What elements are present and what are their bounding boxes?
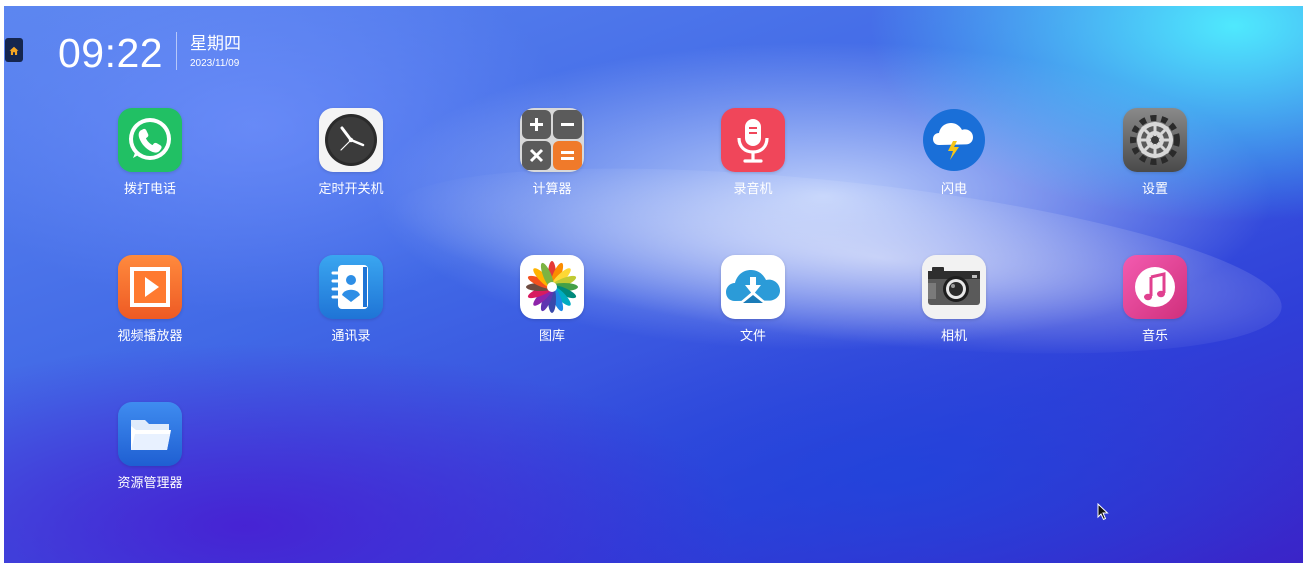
header-divider (176, 32, 177, 70)
app-lightning[interactable]: 闪电 (899, 108, 1009, 208)
weekday-label: 星期四 (190, 34, 241, 54)
lightning-cloud-icon (922, 108, 986, 172)
cloud-files-icon (721, 255, 785, 319)
app-label: 资源管理器 (117, 476, 183, 491)
microphone-icon (721, 108, 785, 172)
date-label: 2023/11/09 (190, 58, 240, 69)
app-label: 闪电 (940, 182, 967, 197)
clock-icon (319, 108, 383, 172)
app-settings[interactable]: 设置 (1100, 108, 1210, 208)
calculator-icon (520, 108, 584, 172)
folder-icon (118, 402, 182, 466)
home-button[interactable] (5, 38, 23, 62)
app-music[interactable]: 音乐 (1100, 255, 1210, 355)
app-label: 通讯录 (331, 329, 371, 344)
gallery-icon (520, 255, 584, 319)
desktop-screen: 09:22 星期四 2023/11/09 拨打电话 定时开关机 计算器 录音机 … (4, 6, 1303, 563)
app-label: 文件 (739, 329, 766, 344)
app-contacts[interactable]: 通讯录 (296, 255, 406, 355)
app-calculator[interactable]: 计算器 (497, 108, 607, 208)
app-recorder[interactable]: 录音机 (698, 108, 808, 208)
clock-time: 09:22 (58, 30, 164, 76)
app-label: 图库 (538, 329, 565, 344)
app-label: 定时开关机 (318, 182, 384, 197)
app-file-manager[interactable]: 资源管理器 (95, 402, 205, 502)
app-label: 录音机 (733, 182, 773, 197)
contacts-icon (319, 255, 383, 319)
app-timer-power[interactable]: 定时开关机 (296, 108, 406, 208)
app-label: 视频播放器 (117, 329, 183, 344)
app-label: 计算器 (532, 182, 572, 197)
play-icon (118, 255, 182, 319)
app-camera[interactable]: 相机 (899, 255, 1009, 355)
home-icon (9, 41, 19, 60)
app-phone[interactable]: 拨打电话 (95, 108, 205, 208)
gear-icon (1123, 108, 1187, 172)
app-label: 设置 (1141, 182, 1168, 197)
camera-icon (922, 255, 986, 319)
mouse-cursor (1097, 502, 1109, 525)
app-label: 音乐 (1141, 329, 1168, 344)
music-note-icon (1123, 255, 1187, 319)
app-label: 相机 (940, 329, 967, 344)
app-label: 拨打电话 (123, 182, 176, 197)
phone-icon (118, 108, 182, 172)
app-video-player[interactable]: 视频播放器 (95, 255, 205, 355)
app-gallery[interactable]: 图库 (497, 255, 607, 355)
app-files[interactable]: 文件 (698, 255, 808, 355)
